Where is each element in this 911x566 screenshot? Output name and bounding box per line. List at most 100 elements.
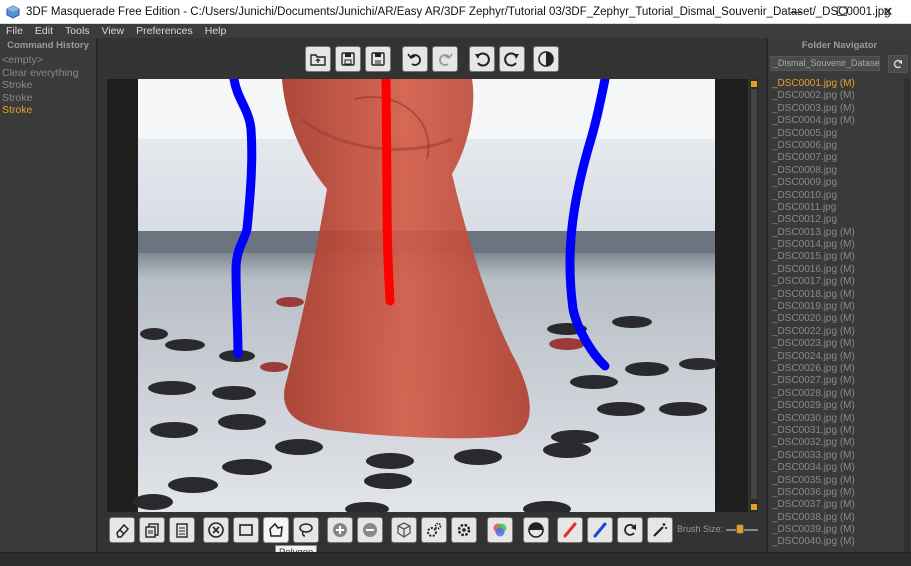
background-brush-button[interactable]	[587, 517, 613, 543]
file-list-item[interactable]: _DSC0013.jpg (M)	[772, 227, 906, 239]
scroll-up-arrow[interactable]	[751, 81, 757, 87]
close-circle-icon	[208, 522, 224, 538]
file-list-item[interactable]: _DSC0006.jpg	[772, 140, 906, 152]
history-item[interactable]: <empty>	[0, 54, 96, 67]
overlay-toggle-button[interactable]	[523, 517, 549, 543]
file-list-item[interactable]: _DSC0004.jpg (M)	[772, 115, 906, 127]
menu-view[interactable]: View	[96, 25, 131, 37]
file-list-item[interactable]: _DSC0017.jpg (M)	[772, 276, 906, 288]
open-folder-button[interactable]	[305, 46, 331, 72]
file-list-scrollbar[interactable]	[904, 78, 910, 552]
file-list-item[interactable]: _DSC0037.jpg (M)	[772, 499, 906, 511]
scroll-thumb[interactable]	[751, 89, 757, 499]
file-list-item[interactable]: _DSC0018.jpg (M)	[772, 289, 906, 301]
rectangle-tool-button[interactable]	[233, 517, 259, 543]
file-list-item[interactable]: _DSC0015.jpg (M)	[772, 251, 906, 263]
close-button[interactable]: ✕	[865, 0, 911, 24]
maximize-button[interactable]: ☐	[819, 0, 865, 24]
file-list-item[interactable]: _DSC0039.jpg (M)	[772, 524, 906, 536]
command-history-header: Command History	[7, 40, 89, 51]
minus-circle-icon	[363, 523, 377, 537]
image-canvas[interactable]	[107, 79, 748, 512]
rotate-left-icon	[475, 52, 490, 67]
copy-mask-button[interactable]	[139, 517, 165, 543]
polygon-tool-button[interactable]	[263, 517, 289, 543]
folder-refresh-button[interactable]	[888, 55, 908, 73]
file-list-item[interactable]: _DSC0014.jpg (M)	[772, 239, 906, 251]
rotate-left-button[interactable]	[469, 46, 495, 72]
subtract-mode-button[interactable]	[357, 517, 383, 543]
file-list-item[interactable]: _DSC0024.jpg (M)	[772, 351, 906, 363]
bottom-toolbar: Brush Size:	[98, 517, 766, 545]
file-list-item[interactable]: _DSC0027.jpg (M)	[772, 375, 906, 387]
file-list-item[interactable]: _DSC0029.jpg (M)	[772, 400, 906, 412]
file-list-item[interactable]: _DSC0007.jpg	[772, 152, 906, 164]
file-list-item[interactable]: _DSC0032.jpg (M)	[772, 437, 906, 449]
cube-icon	[397, 522, 411, 538]
file-list-item[interactable]: _DSC0023.jpg (M)	[772, 338, 906, 350]
add-mode-button[interactable]	[327, 517, 353, 543]
file-list-item[interactable]: _DSC0034.jpg (M)	[772, 462, 906, 474]
undo-button[interactable]	[402, 46, 428, 72]
menu-help[interactable]: Help	[199, 25, 233, 37]
file-list-item[interactable]: _DSC0028.jpg (M)	[772, 388, 906, 400]
menu-edit[interactable]: Edit	[29, 25, 59, 37]
file-list-item[interactable]: _DSC0003.jpg (M)	[772, 103, 906, 115]
paste-mask-button[interactable]	[169, 517, 195, 543]
file-list-item[interactable]: _DSC0020.jpg (M)	[772, 313, 906, 325]
history-item[interactable]: Clear everything	[0, 67, 96, 80]
image-viewport[interactable]	[107, 79, 748, 512]
brush-size-slider-handle[interactable]	[736, 524, 744, 534]
file-list-item[interactable]: _DSC0031.jpg (M)	[772, 425, 906, 437]
file-list-item[interactable]: _DSC0036.jpg (M)	[772, 487, 906, 499]
file-list-item[interactable]: _DSC0002.jpg (M)	[772, 90, 906, 102]
menu-preferences[interactable]: Preferences	[130, 25, 199, 37]
preferences-button[interactable]	[451, 517, 477, 543]
file-list-item[interactable]: _DSC0012.jpg	[772, 214, 906, 226]
folder-navigator-header: Folder Navigator	[801, 40, 878, 51]
file-list-item[interactable]: _DSC0035.jpg (M)	[772, 475, 906, 487]
history-item[interactable]: Stroke	[0, 104, 96, 117]
menu-file[interactable]: File	[0, 25, 29, 37]
save-as-button[interactable]	[365, 46, 391, 72]
red-brush-icon	[563, 522, 577, 538]
eraser-button[interactable]	[109, 517, 135, 543]
scroll-down-arrow[interactable]	[751, 504, 757, 510]
minimize-button[interactable]: —	[773, 0, 819, 24]
magic-wand-button[interactable]	[647, 517, 673, 543]
file-list-item[interactable]: _DSC0001.jpg (M)	[772, 78, 906, 90]
file-list-item[interactable]: _DSC0005.jpg	[772, 128, 906, 140]
file-list-item[interactable]: _DSC0030.jpg (M)	[772, 413, 906, 425]
file-list-item[interactable]: _DSC0011.jpg	[772, 202, 906, 214]
file-list-item[interactable]: _DSC0008.jpg	[772, 165, 906, 177]
redo-button[interactable]	[432, 46, 458, 72]
folder-path-field[interactable]: _Dismal_Souvenir_Dataset	[770, 56, 880, 71]
foreground-brush-button[interactable]	[557, 517, 583, 543]
magic-wand-icon	[653, 523, 667, 537]
refresh-mask-button[interactable]	[617, 517, 643, 543]
file-list-item[interactable]: _DSC0026.jpg (M)	[772, 363, 906, 375]
viewport-scrollbar[interactable]	[750, 79, 758, 512]
rotate-right-button[interactable]	[499, 46, 525, 72]
lasso-tool-button[interactable]	[293, 517, 319, 543]
folder-row: _Dismal_Souvenir_Dataset	[770, 55, 910, 73]
file-list-item[interactable]: _DSC0009.jpg	[772, 177, 906, 189]
file-list-item[interactable]: _DSC0016.jpg (M)	[772, 264, 906, 276]
file-list-item[interactable]: _DSC0010.jpg	[772, 190, 906, 202]
invert-mask-button[interactable]	[533, 46, 559, 72]
save-button[interactable]	[335, 46, 361, 72]
file-list-item[interactable]: _DSC0038.jpg (M)	[772, 512, 906, 524]
file-list-item[interactable]: _DSC0019.jpg (M)	[772, 301, 906, 313]
file-list-item[interactable]: _DSC0033.jpg (M)	[772, 450, 906, 462]
menu-tools[interactable]: Tools	[59, 25, 96, 37]
mask-3d-button[interactable]	[391, 517, 417, 543]
paste-icon	[176, 523, 188, 538]
color-channels-button[interactable]	[487, 517, 513, 543]
half-circle-icon	[528, 522, 544, 538]
file-list-item[interactable]: _DSC0040.jpg (M)	[772, 536, 906, 548]
history-item[interactable]: Stroke	[0, 79, 96, 92]
settings-button[interactable]	[421, 517, 447, 543]
clear-button[interactable]	[203, 517, 229, 543]
history-item[interactable]: Stroke	[0, 92, 96, 105]
file-list-item[interactable]: _DSC0022.jpg (M)	[772, 326, 906, 338]
